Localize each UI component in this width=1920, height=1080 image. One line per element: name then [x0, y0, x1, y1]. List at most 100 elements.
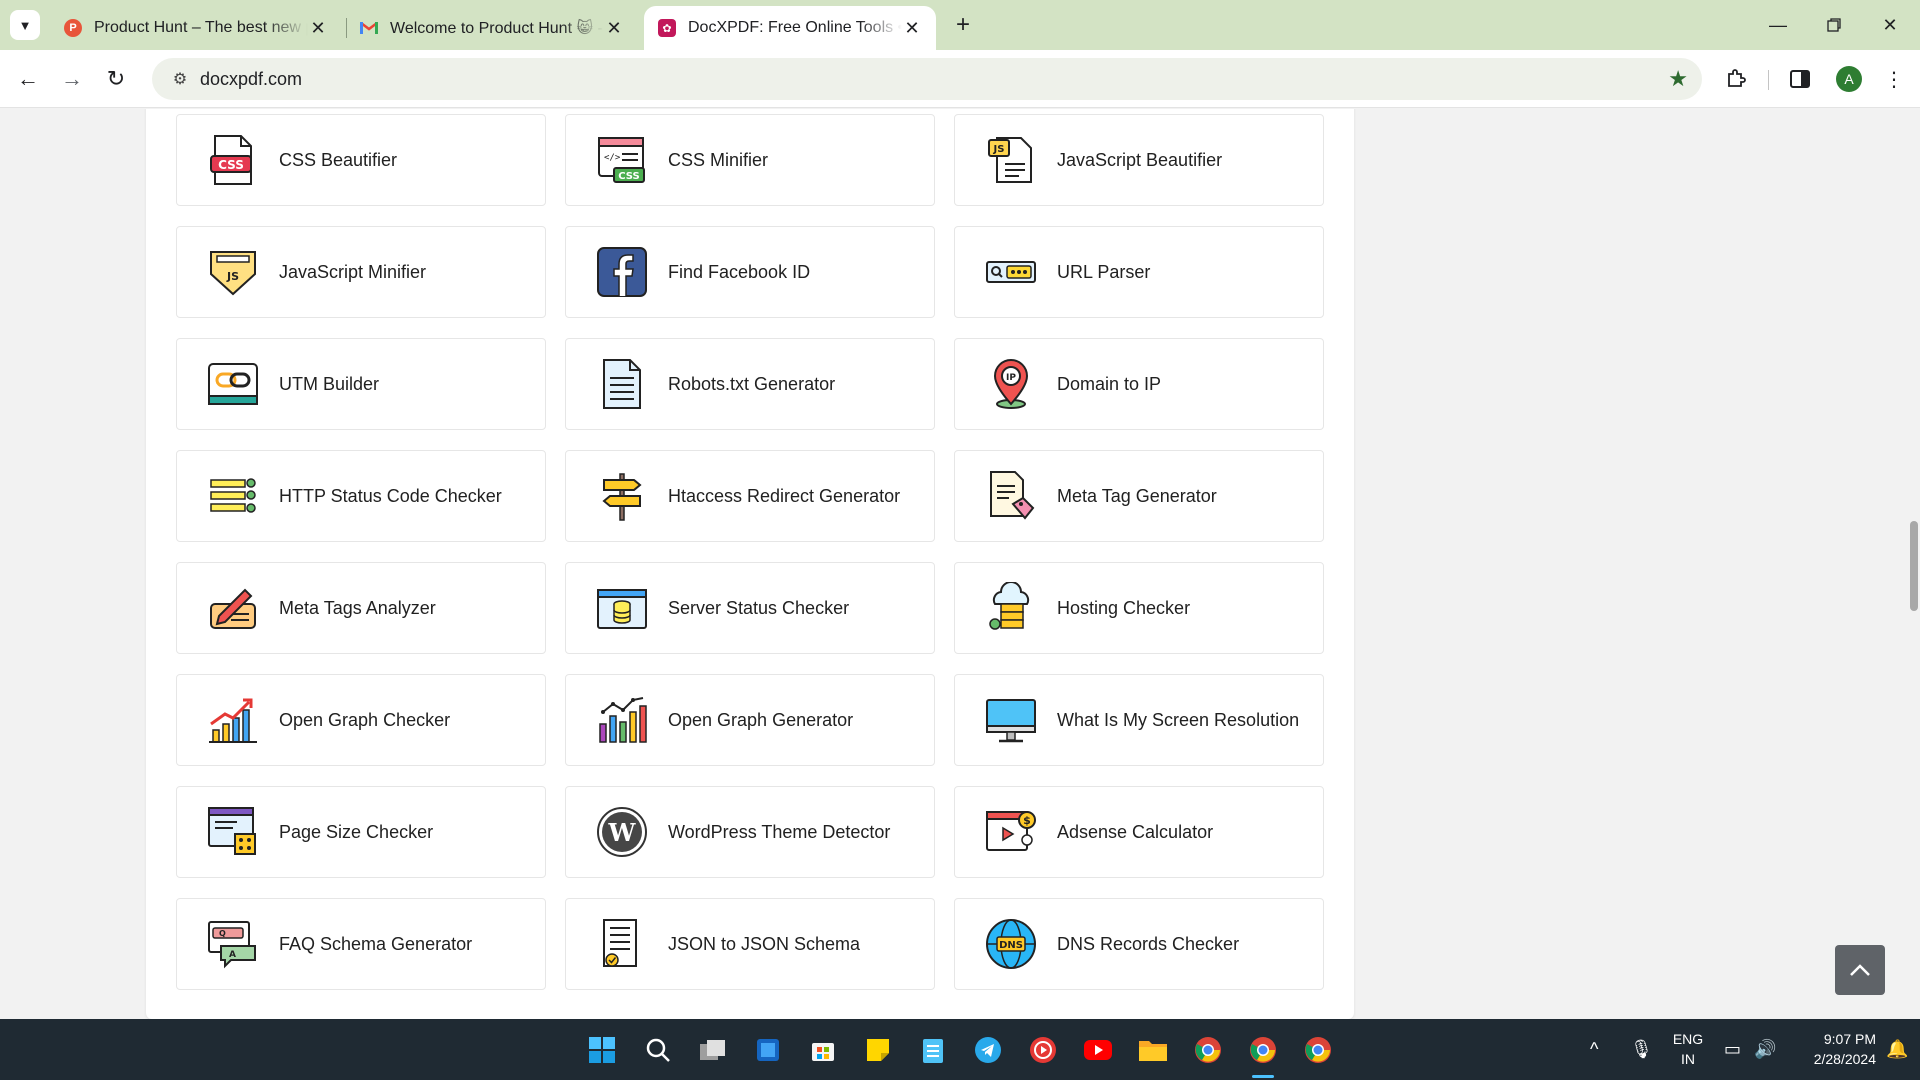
tab-search-button[interactable]: ▼ — [10, 10, 40, 40]
taskbar-app-file-explorer[interactable] — [1137, 1034, 1169, 1066]
active-app-indicator — [1252, 1075, 1274, 1078]
task-view-button[interactable] — [697, 1034, 729, 1066]
tool-card-javascript-beautifier[interactable]: JS JavaScript Beautifier — [954, 114, 1324, 206]
reload-icon: ↻ — [106, 66, 126, 91]
tool-card-robots-txt-generator[interactable]: Robots.txt Generator — [565, 338, 935, 430]
minimize-button[interactable]: — — [1750, 0, 1806, 50]
tool-card-page-size-checker[interactable]: Page Size Checker — [176, 786, 546, 878]
volume-icon[interactable]: 🔊 — [1754, 1039, 1776, 1060]
taskbar-app-youtube[interactable] — [1082, 1034, 1114, 1066]
close-icon[interactable]: ✕ — [902, 18, 922, 39]
product-hunt-icon: P — [64, 19, 82, 37]
tool-name: HTTP Status Code Checker — [279, 485, 502, 506]
tool-name: Find Facebook ID — [668, 261, 811, 282]
close-icon[interactable]: ✕ — [604, 18, 624, 39]
tool-card-open-graph-generator[interactable]: Open Graph Generator — [565, 674, 935, 766]
restore-button[interactable] — [1806, 0, 1862, 50]
tool-card-open-graph-checker[interactable]: Open Graph Checker — [176, 674, 546, 766]
taskbar-app-chrome-profile-2[interactable] — [1302, 1034, 1334, 1066]
text-document-icon — [603, 359, 641, 409]
taskbar-app-notepad[interactable] — [917, 1034, 949, 1066]
tool-name: Open Graph Generator — [668, 709, 854, 730]
tool-card-css-minifier[interactable]: </> CSS CSS Minifier — [565, 114, 935, 206]
tool-card-javascript-minifier[interactable]: JS JavaScript Minifier — [176, 226, 546, 318]
tool-card-dns-records-checker[interactable]: DNS DNS Records Checker — [954, 898, 1324, 990]
profile-avatar[interactable]: A — [1836, 66, 1862, 92]
tool-card-htaccess-redirect-generator[interactable]: Htaccess Redirect Generator — [565, 450, 935, 542]
tool-card-meta-tag-generator[interactable]: Meta Tag Generator — [954, 450, 1324, 542]
tool-card-url-parser[interactable]: URL Parser — [954, 226, 1324, 318]
taskbar-app-telegram[interactable] — [972, 1034, 1004, 1066]
css-file-icon: CSS — [210, 135, 252, 185]
close-window-button[interactable]: ✕ — [1862, 0, 1918, 50]
clock-date[interactable]: 2/28/2024 — [1790, 1051, 1876, 1067]
taskbar-search-button[interactable] — [642, 1034, 674, 1066]
start-button[interactable] — [586, 1034, 618, 1066]
tool-card-what-is-my-screen-resolution[interactable]: What Is My Screen Resolution — [954, 674, 1324, 766]
svg-text:Q: Q — [219, 929, 226, 938]
tool-name: CSS Minifier — [668, 149, 769, 170]
taskbar-app-media-player[interactable] — [1027, 1034, 1059, 1066]
taskbar-app-chrome-active[interactable] — [1247, 1034, 1279, 1066]
tool-card-utm-builder[interactable]: UTM Builder — [176, 338, 546, 430]
microphone-icon[interactable]: 🎙 — [1630, 1039, 1653, 1060]
address-url[interactable]: docxpdf.com — [200, 69, 302, 90]
tool-card-css-beautifier[interactable]: CSS CSS Beautifier — [176, 114, 546, 206]
cloud-server-icon — [989, 582, 1030, 630]
tool-card-json-to-json-schema[interactable]: JSON to JSON Schema — [565, 898, 935, 990]
kebab-menu-icon: ⋮ — [1884, 68, 1904, 91]
site-settings-icon[interactable]: ⚙ — [160, 69, 200, 89]
clock-time[interactable]: 9:07 PM — [1790, 1031, 1876, 1047]
growth-bar-chart-icon — [209, 698, 257, 743]
tool-card-find-facebook-id[interactable]: Find Facebook ID — [565, 226, 935, 318]
bookmark-star-icon[interactable]: ★ — [1668, 66, 1688, 92]
page-scrollbar-thumb[interactable] — [1910, 521, 1918, 611]
ip-location-pin-icon: IP — [993, 359, 1029, 409]
microsoft-store-icon — [812, 1043, 834, 1061]
taskbar-app-store[interactable] — [807, 1034, 839, 1066]
signpost-icon — [602, 473, 642, 521]
notepad-icon — [923, 1039, 943, 1063]
tab-gmail[interactable]: Welcome to Product Hunt 😸 - Gmail ✕ — [346, 6, 638, 50]
document-tag-icon — [990, 471, 1035, 520]
scroll-to-top-button[interactable] — [1835, 945, 1885, 995]
toolbar-divider — [1768, 70, 1769, 90]
tool-card-hosting-checker[interactable]: Hosting Checker — [954, 562, 1324, 654]
taskbar-app-sticky-notes[interactable] — [862, 1034, 894, 1066]
tool-card-faq-schema-generator[interactable]: QA FAQ Schema Generator — [176, 898, 546, 990]
webpage-ruler-icon — [208, 807, 256, 855]
input-region[interactable]: IN — [1662, 1051, 1714, 1067]
tool-card-server-status-checker[interactable]: Server Status Checker — [565, 562, 935, 654]
forward-button[interactable]: → — [54, 61, 90, 97]
network-icon[interactable]: ▭ — [1724, 1039, 1741, 1060]
json-document-icon — [603, 919, 637, 967]
tool-card-adsense-calculator[interactable]: $ Adsense Calculator — [954, 786, 1324, 878]
css-code-window-icon: </> CSS — [598, 137, 645, 183]
address-bar[interactable]: ⚙ docxpdf.com ★ — [152, 58, 1702, 100]
back-button[interactable]: ← — [10, 61, 46, 97]
tool-card-domain-to-ip[interactable]: IP Domain to IP — [954, 338, 1324, 430]
chrome-menu-button[interactable]: ⋮ — [1876, 61, 1912, 97]
input-language[interactable]: ENG — [1662, 1031, 1714, 1047]
tool-card-http-status-code-checker[interactable]: HTTP Status Code Checker — [176, 450, 546, 542]
new-tab-button[interactable]: + — [948, 10, 978, 40]
docxpdf-icon: ✿ — [658, 19, 676, 37]
tab-docxpdf[interactable]: ✿ DocXPDF: Free Online Tools • Free ✕ — [644, 6, 936, 50]
tool-card-meta-tags-analyzer[interactable]: Meta Tags Analyzer — [176, 562, 546, 654]
chevron-up-icon[interactable]: ^ — [1590, 1039, 1598, 1060]
tool-name: Open Graph Checker — [279, 709, 451, 730]
notification-bell-icon[interactable]: 🔔 — [1886, 1039, 1908, 1060]
reload-button[interactable]: ↻ — [98, 61, 134, 97]
svg-text:$: $ — [1023, 814, 1031, 827]
extensions-button[interactable] — [1718, 61, 1754, 97]
taskbar-app-widgets[interactable] — [752, 1034, 784, 1066]
taskbar-app-chrome-profile-1[interactable] — [1192, 1034, 1224, 1066]
tool-name: Meta Tag Generator — [1057, 485, 1217, 506]
tab-product-hunt[interactable]: P Product Hunt – The best new products ✕ — [50, 6, 342, 50]
close-icon[interactable]: ✕ — [308, 18, 328, 39]
tool-card-wordpress-theme-detector[interactable]: W WordPress Theme Detector — [565, 786, 935, 878]
side-panel-button[interactable] — [1782, 61, 1818, 97]
tool-name: JavaScript Minifier — [279, 261, 427, 282]
tool-name: WordPress Theme Detector — [668, 821, 891, 842]
chrome-icon — [1195, 1037, 1221, 1063]
